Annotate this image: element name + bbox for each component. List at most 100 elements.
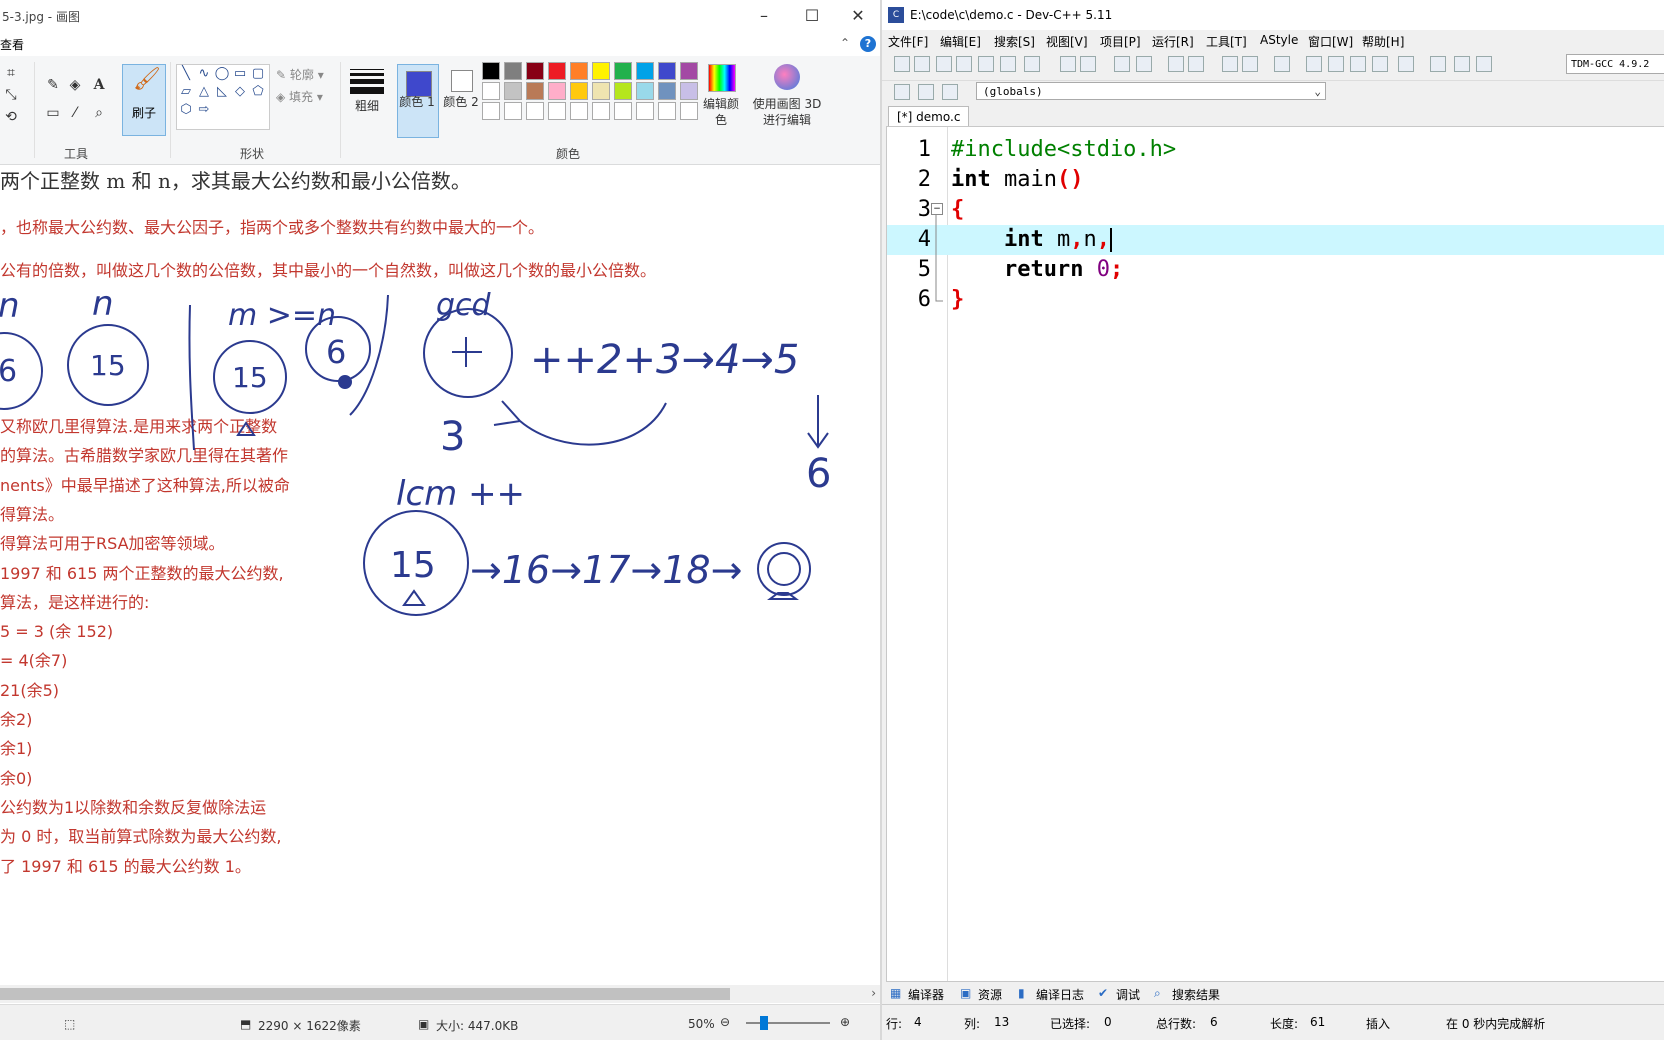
chart-icon[interactable] [1454,56,1470,72]
color-palette[interactable] [482,62,700,120]
palette-swatch[interactable] [548,102,566,120]
palette-swatch[interactable] [592,102,610,120]
palette-swatch[interactable] [658,82,676,100]
compile-icon[interactable] [1306,56,1322,72]
palette-swatch[interactable] [592,62,610,80]
edit-colors-icon[interactable] [708,64,736,92]
crop-icon[interactable]: ⌗ [2,64,20,82]
palette-swatch[interactable] [636,82,654,100]
insert-icon[interactable] [894,84,910,100]
scrollbar-thumb[interactable] [0,988,730,1000]
code-line-5[interactable]: 5 return 0; [887,255,1664,285]
palette-swatch[interactable] [680,62,698,80]
magnifier-icon[interactable]: ⌕ [90,104,108,122]
menu-help[interactable]: 帮助[H] [1362,33,1404,50]
palette-swatch[interactable] [526,62,544,80]
run-icon[interactable] [1328,56,1344,72]
indent-icon[interactable] [1168,56,1184,72]
palette-swatch[interactable] [526,82,544,100]
menu-edit[interactable]: 编辑[E] [940,33,981,50]
resize-icon[interactable]: ⤡ [2,86,20,104]
zoom-slider-track[interactable] [746,1022,830,1024]
shape-gallery[interactable]: ╲ ∿ ◯ ▭ ▢ ▱ △ ◺ ◇ ⬠ ⬡ ⇨ [176,64,270,130]
thickness-icon[interactable] [350,66,384,97]
compiler-select[interactable]: TDM-GCC 4.9.2 [1566,54,1664,74]
palette-swatch[interactable] [614,82,632,100]
goto-icon[interactable] [918,84,934,100]
palette-swatch[interactable] [504,62,522,80]
close-icon[interactable] [978,56,994,72]
zoom-out-icon[interactable]: ⊖ [720,1015,730,1029]
palette-swatch[interactable] [614,102,632,120]
palette-swatch[interactable] [570,82,588,100]
rotate-icon[interactable]: ⟲ [2,108,20,126]
replace-icon[interactable] [1136,56,1152,72]
scope-select[interactable]: (globals) ⌄ [976,82,1326,100]
paint3d-label[interactable]: 使用画图 3D 进行编辑 [752,96,822,128]
close-all-icon[interactable] [1000,56,1016,72]
fold-toggle-icon[interactable]: − [931,203,943,215]
menu-project[interactable]: 项目[P] [1100,33,1141,50]
code-line-6[interactable]: 6 } [887,285,1664,315]
bookmark-icon[interactable] [942,84,958,100]
fill-dropdown[interactable]: ◈ 填充 ▾ [276,88,323,105]
code-line-1[interactable]: 1 #include<stdio.h> [887,135,1664,165]
menu-tools[interactable]: 工具[T] [1206,33,1247,50]
print-icon[interactable] [1024,56,1040,72]
palette-swatch[interactable] [526,102,544,120]
code-line-3[interactable]: 3 − { [887,195,1664,225]
forward-icon[interactable] [1242,56,1258,72]
palette-swatch[interactable] [570,102,588,120]
tab-demo-c[interactable]: [*] demo.c [888,106,970,127]
compile-run-icon[interactable] [1350,56,1366,72]
stop-icon[interactable] [1430,56,1446,72]
back-icon[interactable] [1222,56,1238,72]
scroll-right-icon[interactable]: › [871,986,876,1000]
palette-swatch[interactable] [614,62,632,80]
rebuild-icon[interactable] [1372,56,1388,72]
horizontal-scrollbar[interactable]: › [0,985,880,1003]
tab-compiler[interactable]: 编译器 [908,986,944,1003]
palette-swatch[interactable] [548,62,566,80]
menu-file[interactable]: 文件[F] [888,33,928,50]
help-icon[interactable]: ? [860,36,876,52]
tab-resources[interactable]: 资源 [978,986,1002,1003]
tab-search-results[interactable]: 搜索结果 [1172,986,1220,1003]
outline-dropdown[interactable]: ✎ 轮廓 ▾ [276,66,324,83]
tab-debug[interactable]: 调试 [1116,986,1140,1003]
new-file-icon[interactable] [894,56,910,72]
thickness-label[interactable]: 粗细 [350,98,384,114]
palette-swatch[interactable] [548,82,566,100]
pencil-icon[interactable]: ✎ [44,76,62,94]
save-all-icon[interactable] [956,56,972,72]
find-icon[interactable] [1114,56,1130,72]
palette-swatch[interactable] [636,62,654,80]
palette-swatch[interactable] [658,102,676,120]
menu-view[interactable]: 视图[V] [1046,33,1088,50]
maximize-button[interactable]: ☐ [802,6,822,26]
paint-canvas[interactable]: 两个正整数 m 和 n，求其最大公约数和最小公倍数。 ，也称最大公约数、最大公因… [0,165,880,979]
palette-swatch[interactable] [504,82,522,100]
debug-icon[interactable] [1476,56,1492,72]
close-button[interactable]: ✕ [848,6,868,26]
code-line-2[interactable]: 2 int main() [887,165,1664,195]
palette-swatch[interactable] [658,62,676,80]
code-line-4-current[interactable]: 4 int m,n, [887,225,1664,255]
toggle-comment-icon[interactable] [1274,56,1290,72]
palette-swatch[interactable] [570,62,588,80]
palette-swatch[interactable] [680,102,698,120]
palette-swatch[interactable] [636,102,654,120]
open-file-icon[interactable] [914,56,930,72]
palette-swatch[interactable] [592,82,610,100]
fill-bucket-icon[interactable]: ◈ [66,76,84,94]
paint3d-icon[interactable] [774,64,800,90]
eraser-icon[interactable]: ▭ [44,104,62,122]
zoom-in-icon[interactable]: ⊕ [840,1015,850,1029]
menu-run[interactable]: 运行[R] [1152,33,1194,50]
brush-button[interactable]: 🖌 刷子 [122,64,166,136]
undo-icon[interactable] [1060,56,1076,72]
palette-swatch[interactable] [482,102,500,120]
unindent-icon[interactable] [1188,56,1204,72]
save-icon[interactable] [936,56,952,72]
collapse-ribbon-icon[interactable]: ⌃ [840,36,850,50]
